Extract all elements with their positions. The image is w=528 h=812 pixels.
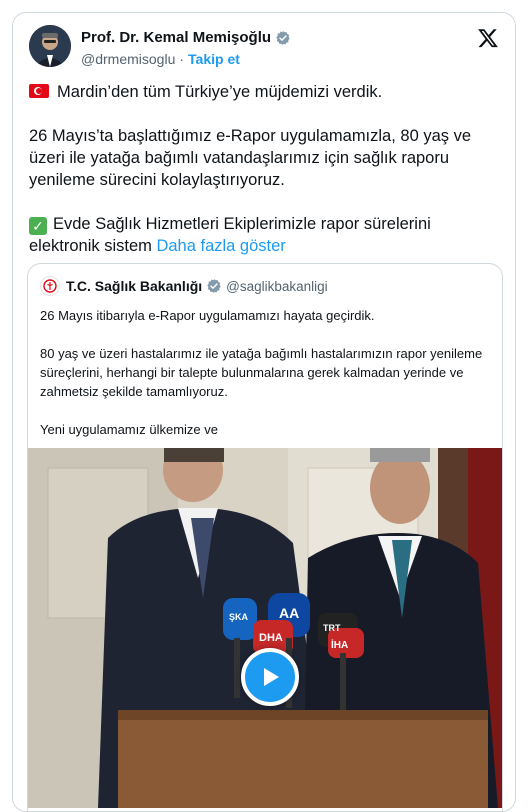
author-name[interactable]: Prof. Dr. Kemal Memişoğlu [81,29,271,46]
author-name-row: Prof. Dr. Kemal Memişoğlu [81,29,291,46]
video-player[interactable]: ŞKA AA DHA İHA TRT [28,448,502,808]
quoted-tweet-text: 26 Mayıs itibarıyla e-Rapor uygulamamızı… [40,306,490,458]
author-avatar[interactable] [29,25,71,67]
tweet-paragraph-1: Mardin’den tüm Türkiye’ye müjdemizi verd… [29,81,505,103]
x-logo-icon[interactable] [477,27,499,49]
mic-label-1: ŞKA [229,612,249,622]
video-thumbnail: ŞKA AA DHA İHA TRT [28,448,502,808]
quoted-author-name[interactable]: T.C. Sağlık Bakanlığı [66,278,202,294]
mic-label-5: TRT [323,623,341,633]
quoted-author-handle[interactable]: @saglikbakanligi [226,279,328,294]
author-meta: @drmemisoglu · Takip et [81,51,240,67]
quoted-paragraph-2: 80 yaş ve üzeri hastalarımız ile yatağa … [40,346,483,399]
mic-label-2: AA [279,605,299,621]
play-icon [264,668,279,686]
author-handle[interactable]: @drmemisoglu [81,51,175,67]
tweet-card: Prof. Dr. Kemal Memişoğlu @drmemisoglu ·… [12,12,516,812]
quoted-tweet-header: T.C. Sağlık Bakanlığı @saglikbakanligi [40,276,328,296]
mic-label-3: DHA [259,632,283,644]
quoted-paragraph-1: 26 Mayıs itibarıyla e-Rapor uygulamamızı… [40,308,375,323]
tweet-text: Mardin’den tüm Türkiye’ye müjdemizi verd… [29,81,505,279]
verified-badge-icon [276,30,290,45]
quoted-tweet[interactable]: T.C. Sağlık Bakanlığı @saglikbakanligi 2… [27,263,503,811]
turkey-flag-icon [29,84,49,98]
play-button[interactable] [241,648,299,706]
ministry-logo-icon [40,276,60,296]
quoted-verified-badge-icon [207,279,221,293]
tweet-line-1: Mardin’den tüm Türkiye’ye müjdemizi verd… [57,83,383,101]
avatar-image [29,25,71,67]
tweet-paragraph-3: ✓ Evde Sağlık Hizmetleri Ekiplerimizle ra… [29,213,505,257]
follow-button[interactable]: Takip et [188,51,240,67]
meta-separator: · [179,51,185,67]
check-mark-icon: ✓ [29,217,47,235]
show-more-link[interactable]: Daha fazla göster [156,237,285,255]
tweet-paragraph-2: 26 Mayıs’ta başlattığımız e-Rapor uygula… [29,127,472,189]
quoted-paragraph-3: Yeni uygulamamız ülkemize ve [40,422,218,437]
mic-label-4: İHA [331,638,348,651]
